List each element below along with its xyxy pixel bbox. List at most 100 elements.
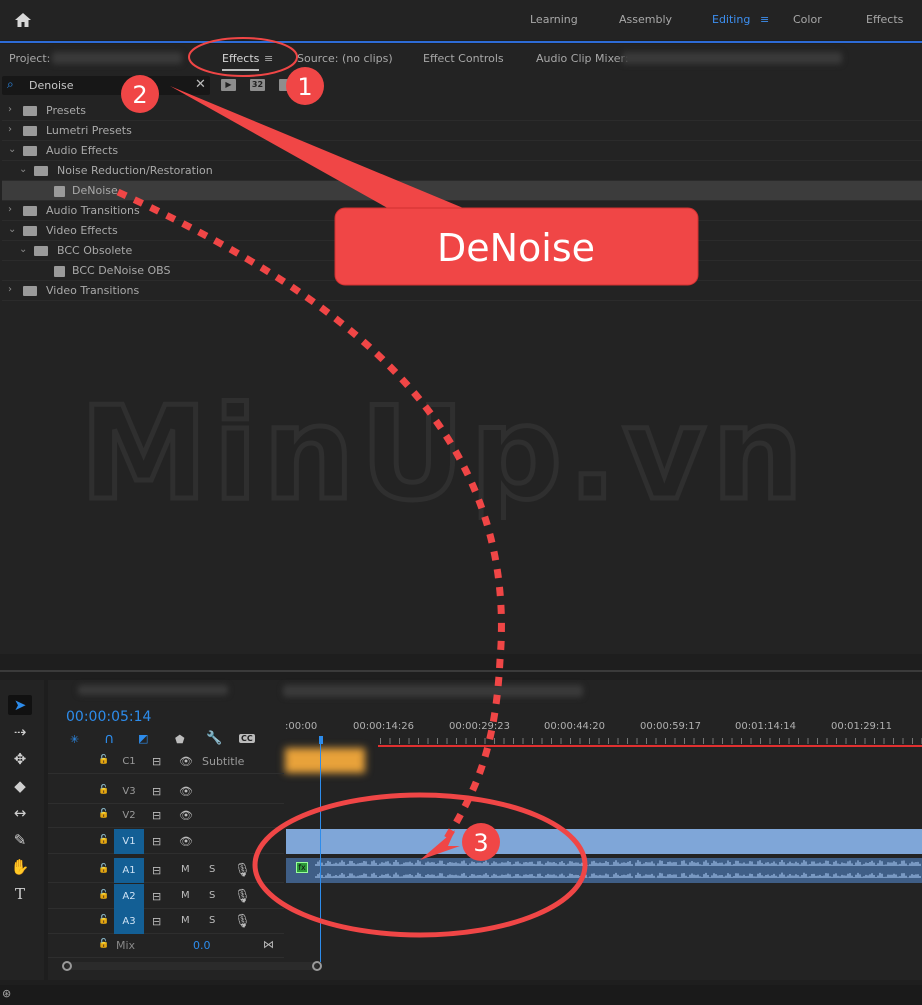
mute-button[interactable]: M [181,890,190,901]
mix-nav-icon[interactable]: ⋈ [263,938,274,951]
tree-item[interactable]: ⌄ Video Effects [2,221,922,241]
workspace-menu-icon[interactable]: ≡ [760,13,769,26]
sync-lock-icon[interactable]: ⊟ [152,785,161,798]
clear-search-icon[interactable]: ✕ [195,77,206,92]
add-marker-icon[interactable]: ⬟ [175,733,185,746]
playhead[interactable] [320,737,321,962]
razor-tool-icon[interactable]: ◆ [8,776,32,796]
eye-icon[interactable]: 👁 [179,785,193,798]
ripple-edit-tool-icon[interactable]: ✥ [8,749,32,769]
tree-item[interactable]: ⌄ BCC Obsolete [2,241,922,261]
timeline-scrollbar[interactable] [66,962,318,970]
lock-icon[interactable]: 🔓 [98,939,109,949]
home-icon[interactable] [14,11,32,29]
track-target-a3[interactable]: A3 [114,909,144,934]
solo-button[interactable]: S [209,864,215,875]
type-tool-icon[interactable]: T [8,884,32,904]
nest-icon[interactable]: ✳ [70,733,79,746]
playhead-handle[interactable] [319,736,323,744]
sync-lock-icon[interactable]: ⊟ [152,915,161,928]
tree-item[interactable]: › Lumetri Presets [2,121,922,141]
timecode-display[interactable]: 00:00:05:14 [66,709,151,725]
sync-lock-icon[interactable]: ⊟ [152,755,161,768]
lock-icon[interactable]: 🔓 [98,915,109,925]
microphone-icon[interactable]: 🎙 [234,914,251,929]
snap-icon[interactable]: ∩ [104,731,114,747]
chevron-down-icon[interactable]: ⌄ [8,144,16,155]
chevron-right-icon[interactable]: › [8,124,12,135]
tree-item[interactable]: ⌄ Audio Effects [2,141,922,161]
sync-lock-icon[interactable]: ⊟ [152,835,161,848]
sync-lock-icon[interactable]: ⊟ [152,890,161,903]
mute-button[interactable]: M [181,915,190,926]
scroll-handle-right[interactable] [312,961,322,971]
creative-cloud-icon[interactable]: ⊛ [2,987,11,1000]
effects-search-field[interactable]: ⌕ Denoise ✕ [2,76,210,95]
panel-divider[interactable] [0,670,922,672]
linked-selection-icon[interactable]: ◩ [138,732,148,745]
audio-clip-a1[interactable]: fx [286,858,922,883]
tree-item[interactable]: › Audio Transitions [2,201,922,221]
track-target-v2[interactable]: V2 [114,804,144,828]
track-target-a1[interactable]: A1 [114,858,144,883]
lock-icon[interactable]: 🔓 [98,890,109,900]
eye-icon[interactable]: 👁 [179,755,193,768]
lock-icon[interactable]: 🔓 [98,785,109,795]
hand-tool-icon[interactable]: ✋ [8,857,32,877]
track-target-v1[interactable]: V1 [114,829,144,854]
eye-icon[interactable]: 👁 [179,835,193,848]
captions-icon[interactable]: CC [239,734,255,743]
tab-effects[interactable]: Effects [222,52,260,71]
track-select-tool-icon[interactable]: ⇢ [8,722,32,742]
tree-item[interactable]: ⌄ Noise Reduction/Restoration [2,161,922,181]
wrench-icon[interactable]: 🔧 [206,731,222,746]
lock-icon[interactable]: 🔓 [98,864,109,874]
track-target-a2[interactable]: A2 [114,884,144,909]
panel-menu-icon[interactable]: ≡ [264,52,273,65]
solo-button[interactable]: S [209,915,215,926]
chevron-down-icon[interactable]: ⌄ [8,224,16,235]
workspace-effects[interactable]: Effects [866,13,903,26]
workspace-editing[interactable]: Editing [712,13,750,26]
workspace-learning[interactable]: Learning [530,13,578,26]
lock-icon[interactable]: 🔓 [98,809,109,819]
workspace-color[interactable]: Color [793,13,822,26]
solo-button[interactable]: S [209,890,215,901]
tree-item[interactable]: › Presets [2,101,922,121]
mix-value[interactable]: 0.0 [193,939,211,952]
sync-lock-icon[interactable]: ⊟ [152,809,161,822]
sync-lock-icon[interactable]: ⊟ [152,864,161,877]
microphone-icon[interactable]: 🎙 [234,863,251,878]
tree-item[interactable]: › Video Transitions [2,281,922,301]
yuv-icon[interactable] [279,79,294,91]
video-clip-v1[interactable] [286,829,922,854]
search-input[interactable]: Denoise [29,79,74,92]
scroll-handle-left[interactable] [62,961,72,971]
tree-item[interactable]: DeNoise [2,181,922,201]
track-target-v3[interactable]: V3 [114,780,144,804]
tab-source[interactable]: Source: (no clips) [297,52,393,65]
chevron-down-icon[interactable]: ⌄ [19,244,27,255]
mute-button[interactable]: M [181,864,190,875]
pen-tool-icon[interactable]: ✎ [8,830,32,850]
chevron-right-icon[interactable]: › [8,104,12,115]
microphone-icon[interactable]: 🎙 [234,889,251,904]
eye-icon[interactable]: 👁 [179,809,193,822]
accelerated-effects-icon[interactable]: ▶ [221,79,236,91]
32-bit-icon[interactable]: 32 [250,79,265,91]
track-target-c1[interactable]: C1 [114,750,144,774]
mix-label: Mix [116,939,136,952]
lock-icon[interactable]: 🔓 [98,755,109,765]
workspace-assembly[interactable]: Assembly [619,13,672,26]
tree-item[interactable]: BCC DeNoise OBS [2,261,922,281]
chevron-right-icon[interactable]: › [8,204,12,215]
caption-clip-blurred[interactable] [285,748,365,773]
lock-icon[interactable]: 🔓 [98,835,109,845]
slip-tool-icon[interactable]: ↔ [8,803,32,823]
tab-effect-controls[interactable]: Effect Controls [423,52,504,65]
chevron-right-icon[interactable]: › [8,284,12,295]
selection-tool-icon[interactable]: ➤ [8,695,32,715]
chevron-down-icon[interactable]: ⌄ [19,164,27,175]
tab-project[interactable]: Project: [9,52,50,65]
tab-audio-clip-mixer[interactable]: Audio Clip Mixer: [536,52,629,65]
